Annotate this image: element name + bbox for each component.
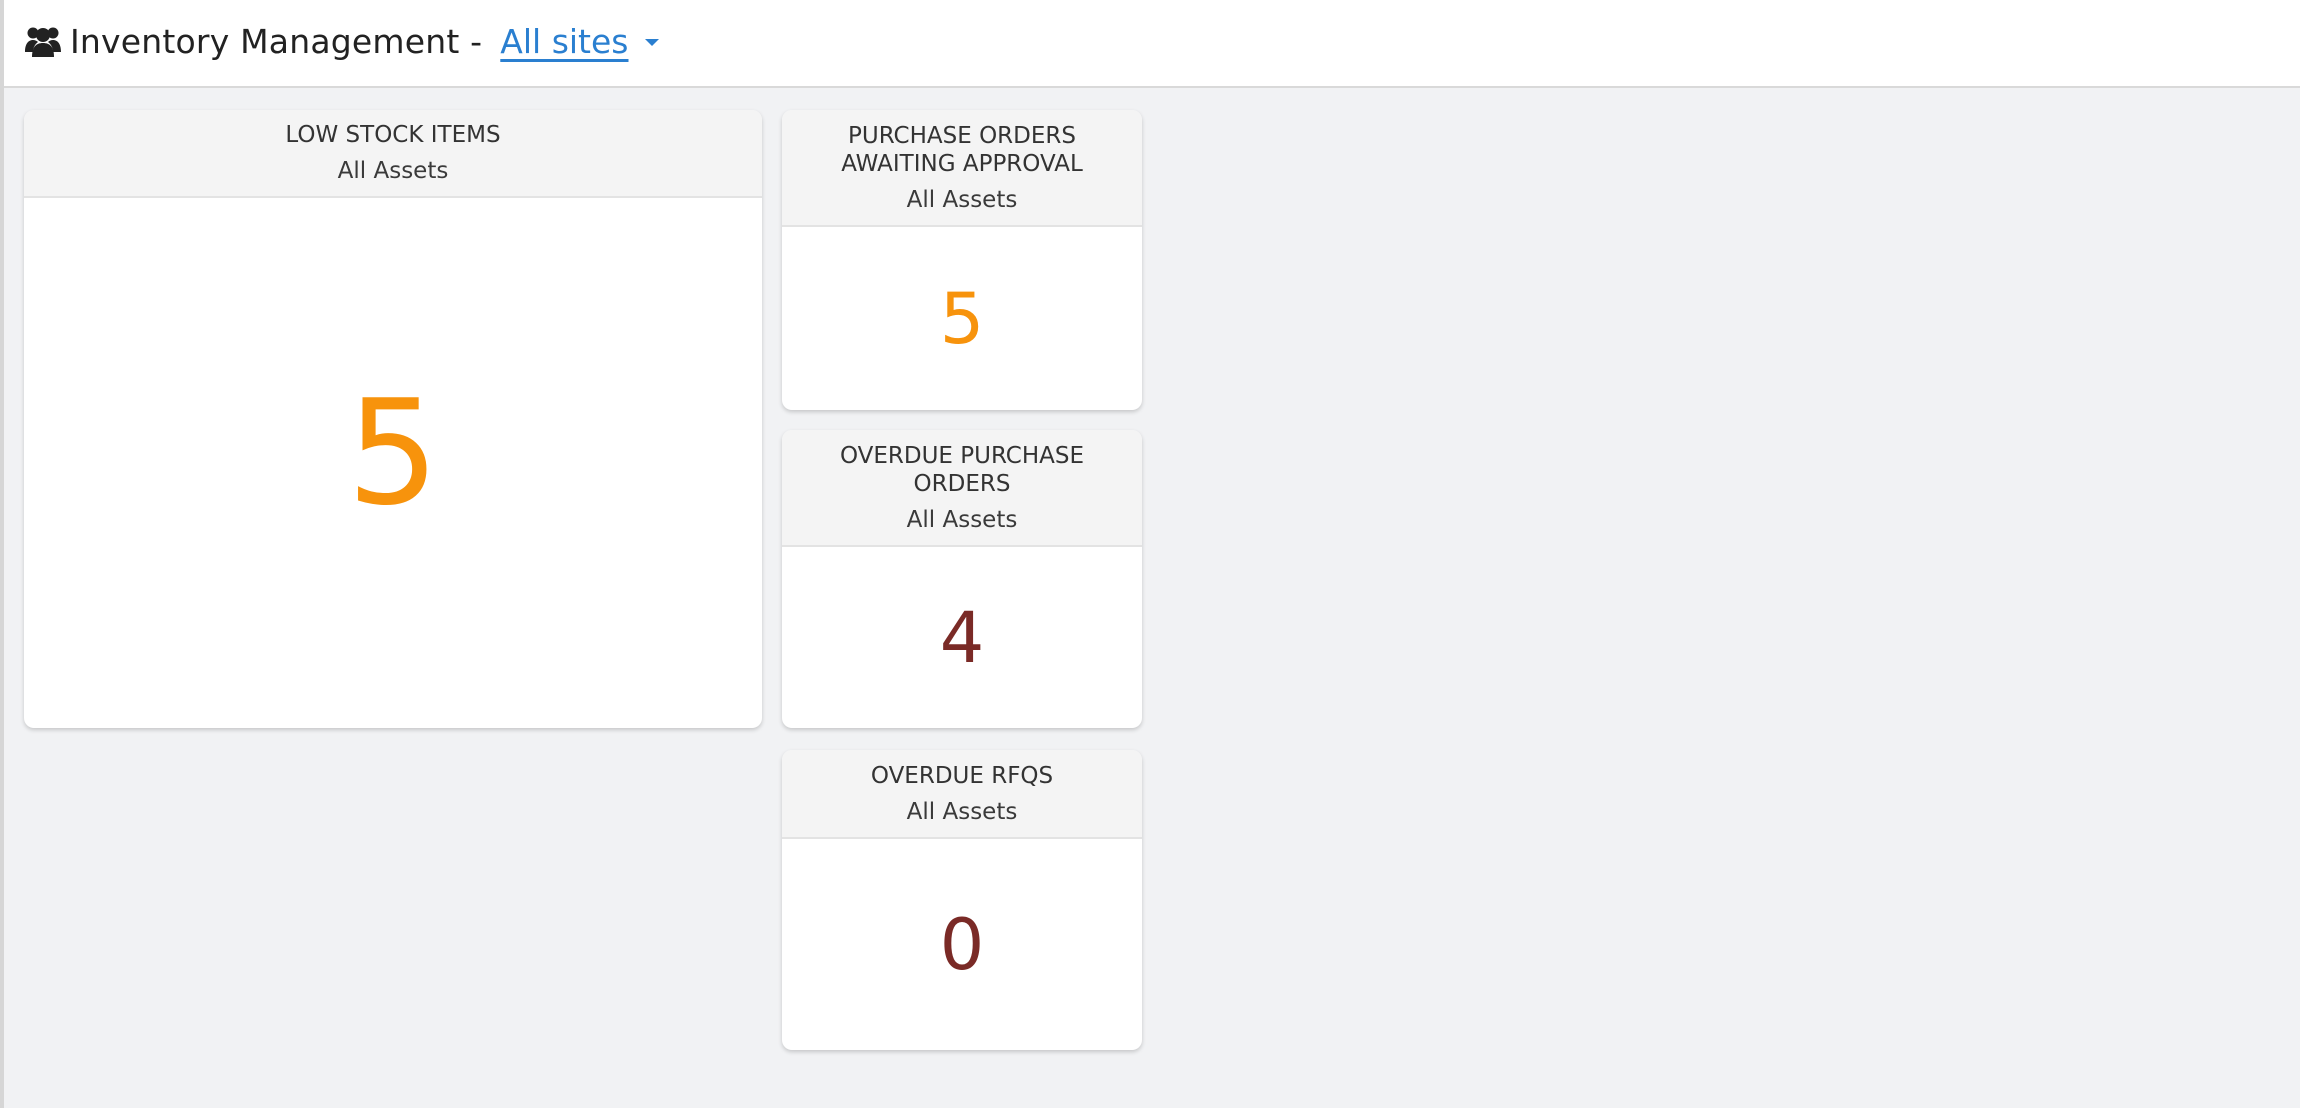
card-header: OVERDUE PURCHASE ORDERS All Assets	[782, 430, 1142, 547]
overdue-rfqs-card[interactable]: OVERDUE RFQS All Assets 0	[782, 750, 1142, 1050]
purchase-orders-awaiting-approval-card[interactable]: PURCHASE ORDERS AWAITING APPROVAL All As…	[782, 110, 1142, 410]
card-title: OVERDUE PURCHASE ORDERS	[839, 442, 1085, 497]
page-header: Inventory Management - All sites	[4, 0, 2300, 88]
awaiting-approval-count[interactable]: 5	[940, 284, 985, 354]
overdue-purchase-orders-card[interactable]: OVERDUE PURCHASE ORDERS All Assets 4	[782, 430, 1142, 728]
card-subtitle: All Assets	[337, 158, 449, 184]
caret-down-icon[interactable]	[644, 38, 659, 46]
card-body: 4	[782, 547, 1142, 728]
card-body: 5	[782, 227, 1142, 410]
card-subtitle: All Assets	[906, 798, 1018, 825]
overdue-rfq-count[interactable]: 0	[940, 910, 985, 980]
low-stock-count[interactable]: 5	[347, 381, 439, 526]
card-title: PURCHASE ORDERS AWAITING APPROVAL	[841, 122, 1083, 177]
page-title: Inventory Management -	[70, 21, 483, 61]
low-stock-items-card[interactable]: LOW STOCK ITEMS All Assets 5	[24, 110, 762, 728]
header-title-group: Inventory Management - All sites	[24, 18, 659, 64]
card-subtitle: All Assets	[906, 186, 1018, 213]
card-body: 0	[782, 839, 1142, 1050]
card-header: PURCHASE ORDERS AWAITING APPROVAL All As…	[782, 110, 1142, 227]
card-title: OVERDUE RFQS	[870, 762, 1054, 789]
site-selector-link[interactable]: All sites	[500, 22, 628, 61]
card-title: LOW STOCK ITEMS	[285, 122, 501, 148]
card-header: LOW STOCK ITEMS All Assets	[24, 110, 762, 198]
overdue-po-count[interactable]: 4	[940, 603, 985, 673]
card-body: 5	[24, 198, 762, 728]
users-icon	[25, 27, 61, 57]
card-subtitle: All Assets	[906, 506, 1018, 533]
card-header: OVERDUE RFQS All Assets	[782, 750, 1142, 839]
